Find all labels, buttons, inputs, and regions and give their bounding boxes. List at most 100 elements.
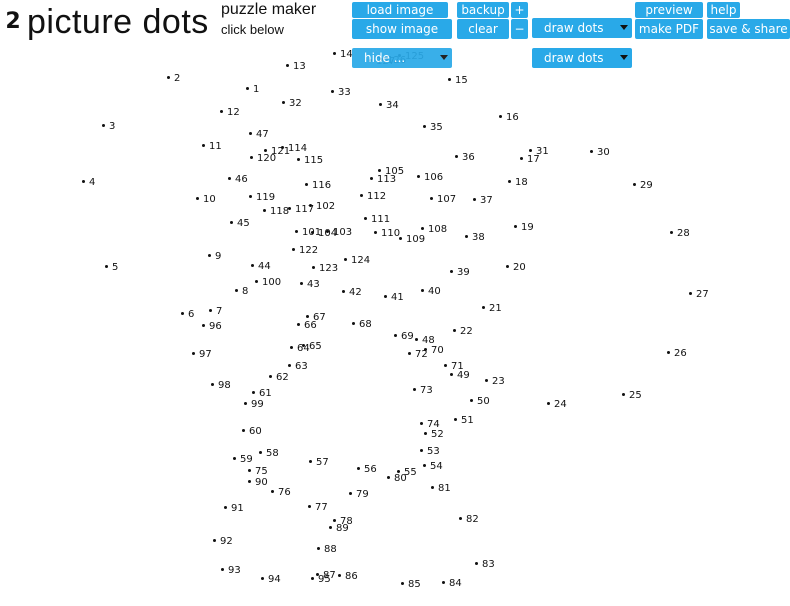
dot-point[interactable]: 31 bbox=[529, 147, 549, 157]
dot-point[interactable]: 54 bbox=[423, 462, 443, 472]
dot-point[interactable]: 95 bbox=[311, 575, 331, 585]
dot-point[interactable]: 14 bbox=[333, 50, 353, 60]
dot-point[interactable]: 97 bbox=[192, 350, 212, 360]
dot-point[interactable]: 79 bbox=[349, 490, 369, 500]
dot-point[interactable]: 111 bbox=[364, 215, 390, 225]
dot-point[interactable]: 18 bbox=[508, 178, 528, 188]
dot-point[interactable]: 6 bbox=[181, 310, 194, 320]
dot-point[interactable]: 20 bbox=[506, 263, 526, 273]
dot-point[interactable]: 98 bbox=[211, 381, 231, 391]
dot-point[interactable]: 123 bbox=[312, 264, 338, 274]
dot-point[interactable]: 72 bbox=[408, 350, 428, 360]
dot-point[interactable]: 30 bbox=[590, 148, 610, 158]
dot-point[interactable]: 80 bbox=[387, 474, 407, 484]
dot-point[interactable]: 7 bbox=[209, 307, 222, 317]
dot-point[interactable]: 61 bbox=[252, 389, 272, 399]
dot-point[interactable]: 39 bbox=[450, 268, 470, 278]
dot-point[interactable]: 96 bbox=[202, 322, 222, 332]
dot-point[interactable]: 83 bbox=[475, 560, 495, 570]
dot-point[interactable]: 112 bbox=[360, 192, 386, 202]
dot-point[interactable]: 15 bbox=[448, 76, 468, 86]
dot-point[interactable]: 73 bbox=[413, 386, 433, 396]
dot-point[interactable]: 35 bbox=[423, 123, 443, 133]
dot-point[interactable]: 40 bbox=[421, 287, 441, 297]
dot-point[interactable]: 82 bbox=[459, 515, 479, 525]
dot-point[interactable]: 8 bbox=[235, 287, 248, 297]
dot-point[interactable]: 115 bbox=[297, 156, 323, 166]
dot-point[interactable]: 28 bbox=[670, 229, 690, 239]
dot-point[interactable]: 71 bbox=[444, 362, 464, 372]
dot-point[interactable]: 37 bbox=[473, 196, 493, 206]
dot-point[interactable]: 81 bbox=[431, 484, 451, 494]
dot-point[interactable]: 88 bbox=[317, 545, 337, 555]
dot-point[interactable]: 65 bbox=[302, 342, 322, 352]
dot-point[interactable]: 86 bbox=[338, 572, 358, 582]
dot-point[interactable]: 118 bbox=[263, 207, 289, 217]
dot-point[interactable]: 49 bbox=[450, 371, 470, 381]
hide-select[interactable]: hide ... bbox=[352, 48, 452, 68]
dot-point[interactable]: 3 bbox=[102, 122, 115, 132]
dot-point[interactable]: 21 bbox=[482, 304, 502, 314]
dot-point[interactable]: 122 bbox=[292, 246, 318, 256]
dot-point[interactable]: 27 bbox=[689, 290, 709, 300]
dot-point[interactable]: 45 bbox=[230, 219, 250, 229]
dot-point[interactable]: 56 bbox=[357, 465, 377, 475]
dot-point[interactable]: 110 bbox=[374, 229, 400, 239]
dot-point[interactable]: 38 bbox=[465, 233, 485, 243]
mode-select-secondary[interactable]: draw dots bbox=[532, 48, 632, 68]
dot-point[interactable]: 25 bbox=[622, 391, 642, 401]
dot-point[interactable]: 107 bbox=[430, 195, 456, 205]
dot-point[interactable]: 46 bbox=[228, 175, 248, 185]
dot-point[interactable]: 90 bbox=[248, 478, 268, 488]
dot-point[interactable]: 44 bbox=[251, 262, 271, 272]
dot-point[interactable]: 100 bbox=[255, 278, 281, 288]
dot-point[interactable]: 51 bbox=[454, 416, 474, 426]
dot-point[interactable]: 124 bbox=[344, 256, 370, 266]
dot-point[interactable]: 119 bbox=[249, 193, 275, 203]
dot-point[interactable]: 109 bbox=[399, 235, 425, 245]
dot-point[interactable]: 77 bbox=[308, 503, 328, 513]
dot-point[interactable]: 117 bbox=[288, 205, 314, 215]
dot-point[interactable]: 2 bbox=[167, 74, 180, 84]
dot-point[interactable]: 59 bbox=[233, 455, 253, 465]
dot-point[interactable]: 91 bbox=[224, 504, 244, 514]
dot-point[interactable]: 93 bbox=[221, 566, 241, 576]
dot-point[interactable]: 22 bbox=[453, 327, 473, 337]
dot-point[interactable]: 89 bbox=[329, 524, 349, 534]
dot-point[interactable]: 62 bbox=[269, 373, 289, 383]
dot-point[interactable]: 47 bbox=[249, 130, 269, 140]
dot-point[interactable]: 12 bbox=[220, 108, 240, 118]
dot-point[interactable]: 29 bbox=[633, 181, 653, 191]
dot-point[interactable]: 13 bbox=[286, 62, 306, 72]
dot-point[interactable]: 53 bbox=[420, 447, 440, 457]
dot-point[interactable]: 11 bbox=[202, 142, 222, 152]
dot-point[interactable]: 116 bbox=[305, 181, 331, 191]
dot-point[interactable]: 10 bbox=[196, 195, 216, 205]
dot-point[interactable]: 76 bbox=[271, 488, 291, 498]
dot-point[interactable]: 32 bbox=[282, 99, 302, 109]
dot-point[interactable]: 99 bbox=[244, 400, 264, 410]
dot-point[interactable]: 52 bbox=[424, 430, 444, 440]
puzzle-canvas[interactable]: 1 2 3 4 5 6 7 8 9 10 11 12 13 14 15 16 17 18 19 20 21 22 23 24 2… bbox=[0, 0, 790, 606]
dot-point[interactable]: 1 bbox=[246, 85, 259, 95]
dot-point[interactable]: 16 bbox=[499, 113, 519, 123]
dot-point[interactable]: 24 bbox=[547, 400, 567, 410]
dot-point[interactable]: 43 bbox=[300, 280, 320, 290]
dot-point[interactable]: 69 bbox=[394, 332, 414, 342]
dot-point[interactable]: 26 bbox=[667, 349, 687, 359]
dot-point[interactable]: 36 bbox=[455, 153, 475, 163]
dot-point[interactable]: 63 bbox=[288, 362, 308, 372]
dot-point[interactable]: 75 bbox=[248, 467, 268, 477]
dot-point[interactable]: 33 bbox=[331, 88, 351, 98]
dot-point[interactable]: 121 bbox=[264, 147, 290, 157]
dot-point[interactable]: 5 bbox=[105, 263, 118, 273]
dot-point[interactable]: 106 bbox=[417, 173, 443, 183]
dot-point[interactable]: 68 bbox=[352, 320, 372, 330]
dot-point[interactable]: 84 bbox=[442, 579, 462, 589]
dot-point[interactable]: 57 bbox=[309, 458, 329, 468]
dot-point[interactable]: 92 bbox=[213, 537, 233, 547]
dot-point[interactable]: 4 bbox=[82, 178, 95, 188]
dot-point[interactable]: 42 bbox=[342, 288, 362, 298]
dot-point[interactable]: 23 bbox=[485, 377, 505, 387]
dot-point[interactable]: 19 bbox=[514, 223, 534, 233]
